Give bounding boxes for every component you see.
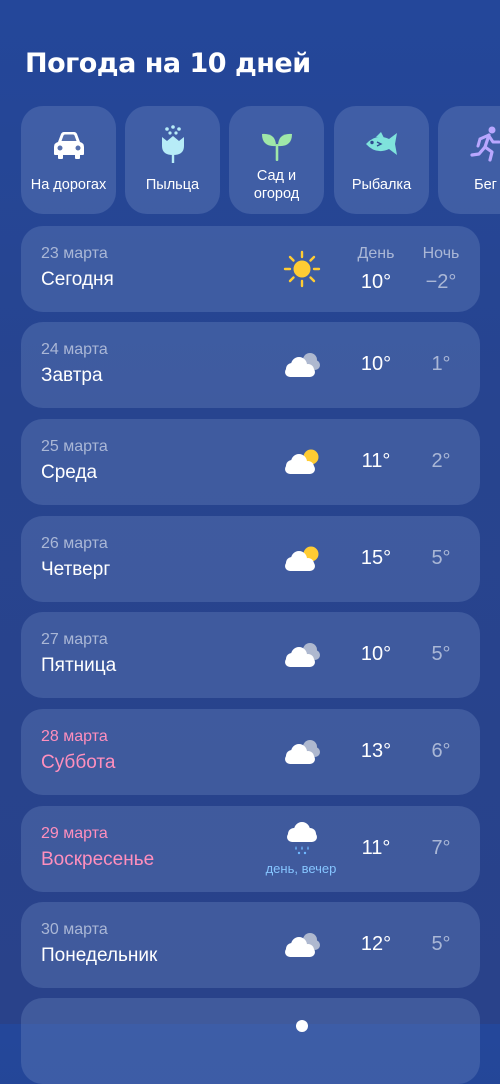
partly-cloudy-icon xyxy=(281,442,323,482)
cloudy-icon xyxy=(281,1016,323,1056)
night-temp-header: Ночь xyxy=(422,245,460,262)
forecast-date: 30 марта xyxy=(41,921,108,938)
forecast-date: 23 марта xyxy=(41,245,108,262)
car-icon xyxy=(21,124,116,164)
night-temperature: 2° xyxy=(431,450,451,472)
day-temperature: 11° xyxy=(361,450,391,472)
category-label: На дорогах xyxy=(30,177,107,193)
forecast-date: 27 марта xyxy=(41,631,108,648)
night-temperature: 5° xyxy=(431,643,451,665)
category-running[interactable]: Бег xyxy=(438,106,500,214)
night-temperature: 7° xyxy=(431,837,451,859)
runner-icon xyxy=(438,124,500,164)
partly-cloudy-icon xyxy=(281,539,323,579)
forecast-date: 28 марта xyxy=(41,728,108,745)
night-temperature: 5° xyxy=(431,547,451,569)
day-temperature: 11° xyxy=(361,837,391,859)
night-temperature: 1° xyxy=(431,353,451,375)
cloudy-icon xyxy=(281,925,323,965)
day-temp-header: День xyxy=(357,245,395,262)
night-temperature: 6° xyxy=(431,740,451,762)
day-temperature: 12° xyxy=(360,933,392,955)
fish-icon xyxy=(334,124,429,164)
forecast-day-row-partial[interactable] xyxy=(21,998,480,1084)
forecast-day-row[interactable]: 30 марта Понедельник 12° 5° xyxy=(21,902,480,988)
day-temperature: 10° xyxy=(360,353,392,375)
page-title: Погода на 10 дней xyxy=(25,48,311,79)
forecast-day-row[interactable]: 25 марта Среда 11° 2° xyxy=(21,419,480,505)
sun-icon xyxy=(281,249,323,289)
forecast-weekday: Сегодня xyxy=(41,269,114,290)
forecast-weekday: Среда xyxy=(41,462,98,483)
forecast-weekday: Четверг xyxy=(41,559,111,580)
category-roads[interactable]: На дорогах xyxy=(21,106,116,214)
forecast-date: 25 марта xyxy=(41,438,108,455)
category-label: Бег xyxy=(474,177,497,193)
forecast-day-row[interactable]: 23 марта Сегодня День Ночь 10° −2° xyxy=(21,226,480,312)
forecast-date: 26 марта xyxy=(41,535,108,552)
day-temperature: 10° xyxy=(360,643,392,665)
forecast-day-row[interactable]: 27 марта Пятница 10° 5° xyxy=(21,612,480,698)
cloudy-icon xyxy=(281,345,323,385)
forecast-date: 29 марта xyxy=(41,825,108,842)
category-label: Рыбалка xyxy=(351,177,412,193)
cloudy-icon xyxy=(281,732,323,772)
night-temperature: −2° xyxy=(425,271,457,293)
forecast-weekday: Суббота xyxy=(41,752,116,773)
day-temperature: 10° xyxy=(360,271,392,293)
forecast-weekday: Воскресенье xyxy=(41,849,155,870)
forecast-day-row[interactable]: 29 марта Воскресенье день, вечер 11° 7° xyxy=(21,806,480,892)
category-garden[interactable]: Сад и огород xyxy=(229,106,324,214)
night-temperature: 5° xyxy=(431,933,451,955)
category-pollen[interactable]: Пыльца xyxy=(125,106,220,214)
flower-icon xyxy=(125,124,220,164)
category-fishing[interactable]: Рыбалка xyxy=(334,106,429,214)
forecast-day-row[interactable]: 28 марта Суббота 13° 6° xyxy=(21,709,480,795)
forecast-date: 24 марта xyxy=(41,341,108,358)
forecast-weekday: Пятница xyxy=(41,655,117,676)
sprout-icon xyxy=(229,124,324,164)
activity-categories: На дорогах Пыльца Сад и огород Рыбалка Б… xyxy=(21,106,500,214)
precipitation-note: день, вечер xyxy=(265,861,337,876)
forecast-weekday: Завтра xyxy=(41,365,103,386)
category-label: Сад и огород xyxy=(253,168,300,202)
forecast-day-row[interactable]: 26 марта Четверг 15° 5° xyxy=(21,516,480,602)
category-label: Пыльца xyxy=(145,177,200,193)
forecast-day-row[interactable]: 24 марта Завтра 10° 1° xyxy=(21,322,480,408)
cloudy-icon xyxy=(281,635,323,675)
forecast-weekday: Понедельник xyxy=(41,945,158,966)
day-temperature: 15° xyxy=(360,547,392,569)
day-temperature: 13° xyxy=(360,740,392,762)
rain-icon xyxy=(281,818,323,858)
